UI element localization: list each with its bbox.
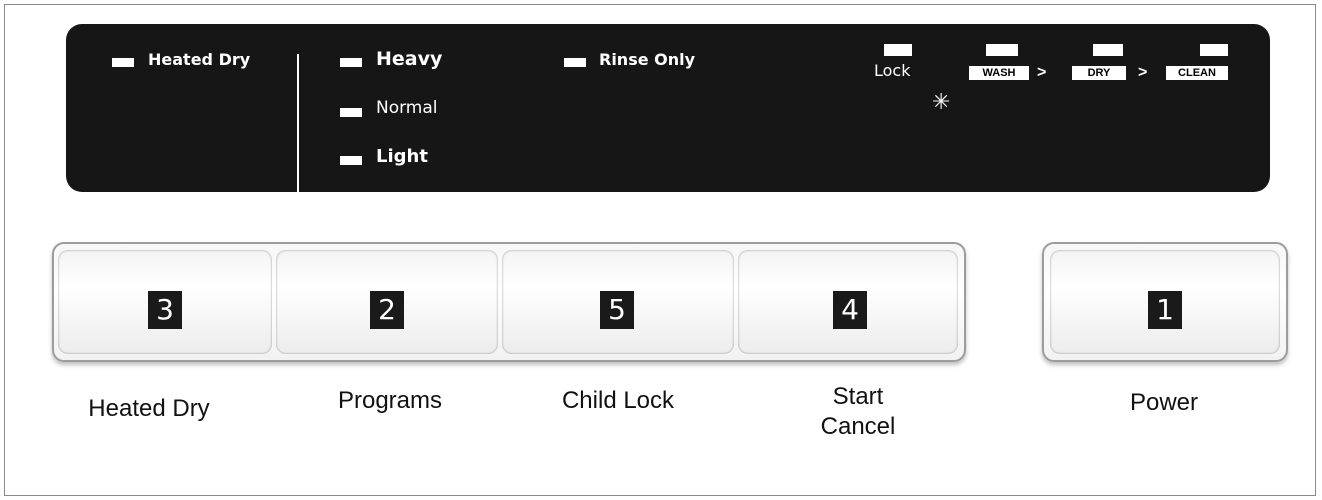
button-group: 3 2 5 4 [52, 242, 966, 362]
dry-indicator-light [1093, 44, 1123, 56]
sanitized-icon: ✳ [932, 90, 951, 115]
status-display-panel: Heated Dry Heavy Normal Light Rinse Only… [66, 24, 1270, 192]
child-lock-button-label: Child Lock [561, 387, 675, 414]
start-button-label: Start [832, 383, 884, 410]
button-number-badge: 4 [833, 291, 867, 329]
dry-stage-label: DRY [1072, 66, 1126, 80]
wash-stage-label: WASH [969, 66, 1029, 80]
normal-cycle-label: Normal [376, 98, 438, 118]
start-cancel-button[interactable]: 4 [738, 250, 958, 354]
button-number-badge: 3 [148, 291, 182, 329]
power-button-frame: 1 [1042, 242, 1288, 362]
button-number-badge: 5 [600, 291, 634, 329]
power-button-label: Power [1129, 389, 1199, 416]
rinse-only-indicator-light [564, 58, 586, 67]
button-number-badge: 1 [1148, 291, 1182, 329]
clean-indicator-light [1200, 44, 1228, 56]
wash-indicator-light [986, 44, 1018, 56]
lock-label: Lock [874, 61, 911, 80]
rinse-only-label: Rinse Only [599, 50, 696, 69]
button-number-badge: 2 [370, 291, 404, 329]
heated-dry-button-label: Heated Dry [88, 395, 210, 422]
display-divider [297, 54, 299, 192]
heated-dry-button[interactable]: 3 [58, 250, 272, 354]
heated-dry-indicator-label: Heated Dry [148, 50, 251, 69]
lock-indicator-light [884, 44, 912, 56]
clean-stage-label: CLEAN [1166, 66, 1228, 80]
heated-dry-indicator-light [112, 58, 134, 67]
stage-arrow-icon: > [1037, 64, 1047, 81]
light-cycle-label: Light [376, 146, 428, 167]
heavy-cycle-label: Heavy [376, 48, 443, 70]
normal-indicator-light [340, 108, 362, 117]
child-lock-button[interactable]: 5 [502, 250, 734, 354]
cancel-button-label: Cancel [820, 413, 896, 440]
programs-button-label: Programs [337, 387, 443, 414]
heavy-indicator-light [340, 58, 362, 67]
light-indicator-light [340, 156, 362, 165]
power-button[interactable]: 1 [1050, 250, 1280, 354]
stage-arrow-icon: > [1138, 64, 1148, 81]
programs-button[interactable]: 2 [276, 250, 498, 354]
